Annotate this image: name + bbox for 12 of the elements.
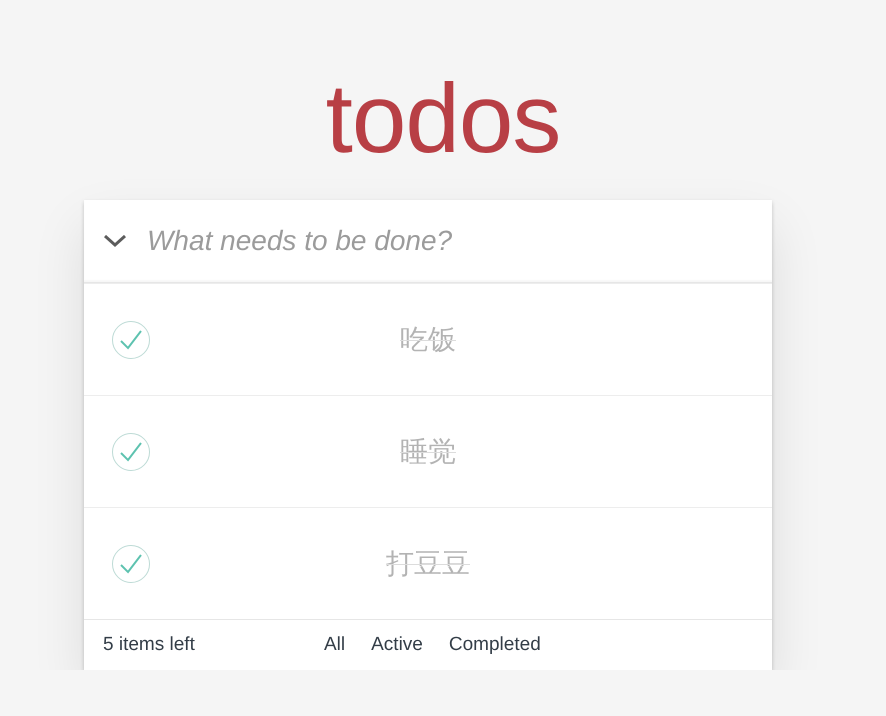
app-title: todos	[326, 68, 560, 175]
filter-link[interactable]: Completed	[440, 630, 549, 660]
chevron-down-icon[interactable]	[103, 234, 127, 248]
checkbox[interactable]	[111, 432, 151, 472]
checkbox[interactable]	[111, 544, 151, 584]
checkbox[interactable]	[111, 320, 151, 360]
filter-link[interactable]: All	[316, 630, 354, 660]
filter-link[interactable]: Active	[363, 630, 431, 660]
todo-text: 睡觉	[400, 434, 456, 468]
todo-text: 吃饭	[400, 322, 456, 356]
items-left-count: 5 items left	[103, 634, 196, 656]
new-todo-field[interactable]: What needs to be done?	[147, 221, 707, 261]
